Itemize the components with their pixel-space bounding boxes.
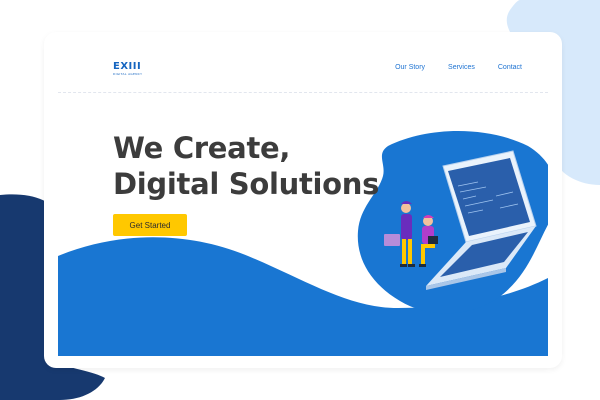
logo[interactable]: EXIII DIGITAL AGENCY bbox=[113, 61, 143, 77]
navbar: EXIII DIGITAL AGENCY Our Story Services … bbox=[58, 46, 548, 93]
website-page: EXIII DIGITAL AGENCY Our Story Services … bbox=[58, 46, 548, 356]
hero-title-line-1: We Create, bbox=[113, 131, 291, 165]
nav-links: Our Story Services Contact bbox=[395, 64, 522, 71]
nav-link-our-story[interactable]: Our Story bbox=[395, 64, 425, 71]
nav-link-contact[interactable]: Contact bbox=[498, 64, 522, 71]
logo-mark: EXIII bbox=[113, 61, 142, 72]
hero-title-line-2: Digital Solutions bbox=[113, 167, 380, 201]
hero-title: We Create, Digital Solutions bbox=[113, 130, 379, 202]
nav-link-services[interactable]: Services bbox=[448, 64, 475, 71]
get-started-button[interactable]: Get Started bbox=[113, 214, 187, 236]
logo-tagline: DIGITAL AGENCY bbox=[113, 72, 143, 76]
browser-card: EXIII DIGITAL AGENCY Our Story Services … bbox=[44, 32, 562, 368]
landing-page-mockup: EXIII DIGITAL AGENCY Our Story Services … bbox=[0, 0, 600, 400]
